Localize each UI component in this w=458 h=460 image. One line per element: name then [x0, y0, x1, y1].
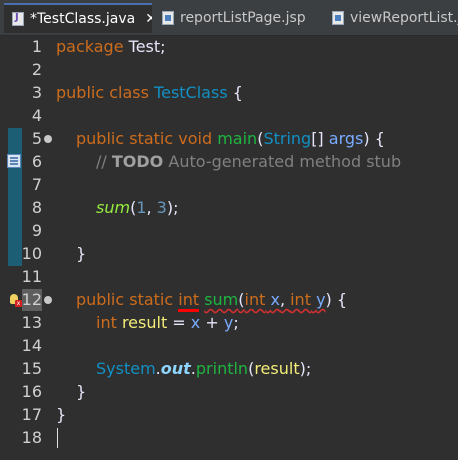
number-literal: 3	[156, 198, 167, 217]
parameter: x	[270, 290, 280, 309]
code-line-1[interactable]: package Test;	[56, 36, 166, 58]
line-number: 13	[21, 313, 42, 332]
comma: ,	[279, 290, 291, 309]
fold-toggle-icon[interactable]	[44, 296, 52, 304]
code-editor[interactable]: x 1 2 3 4 5 6 7 8 9 10 11 12 13 14 15 16…	[0, 36, 458, 460]
line-number: 1	[31, 37, 42, 56]
code-line-13[interactable]: int result = x + y;	[96, 312, 239, 334]
line-number: 2	[31, 60, 42, 79]
fold-toggle-icon[interactable]	[44, 135, 52, 143]
line-number: 3	[31, 83, 42, 102]
brace: }	[76, 382, 87, 401]
semicolon: ;	[233, 313, 239, 332]
local-variable: result	[121, 313, 168, 332]
method-name: sum	[204, 290, 239, 309]
line-number: 10	[21, 244, 42, 263]
method-call: sum	[96, 198, 131, 217]
line-number: 14	[21, 336, 42, 355]
keyword: public static void	[76, 129, 213, 148]
java-file-icon	[12, 12, 24, 26]
code-line-12[interactable]: public static int sum(int x, int y) {	[76, 289, 348, 312]
line-number: 7	[31, 175, 42, 194]
line-number: 18	[21, 428, 42, 447]
type-keyword: int	[290, 290, 311, 309]
jsp-file-icon	[162, 11, 174, 25]
comment: Auto-generated method stub	[163, 152, 402, 171]
tab-label: reportListPage.jsp	[180, 10, 306, 26]
parameter: x	[190, 313, 201, 332]
code-line-15[interactable]: System.out.println(result);	[96, 358, 311, 380]
local-variable: result	[254, 359, 300, 378]
paren: );	[299, 359, 312, 378]
line-number: 12	[21, 290, 42, 309]
parameter: y	[316, 290, 326, 309]
quick-fix-error-icon[interactable]: x	[7, 292, 22, 307]
operator: =	[167, 313, 191, 332]
line-number: 11	[21, 267, 42, 286]
type-keyword: int	[244, 290, 266, 309]
code-line-16[interactable]: }	[76, 381, 86, 403]
type-name: String	[263, 129, 312, 148]
text-caret	[57, 428, 58, 448]
line-number: 16	[21, 382, 42, 401]
code-line-3[interactable]: public class TestClass {	[56, 82, 243, 104]
package-name: Test;	[123, 37, 166, 56]
tab-testclass-java[interactable]: *TestClass.java ✕	[4, 3, 152, 33]
tab-viewreportlist-js[interactable]: viewReportList.js	[324, 3, 458, 33]
keyword: public class	[56, 83, 149, 102]
paren: ) {	[363, 129, 385, 148]
static-field: out	[160, 359, 191, 378]
class-name: TestClass	[154, 83, 228, 102]
line-number: 17	[21, 405, 42, 424]
array-brackets: []	[311, 129, 329, 148]
tab-reportlistpage-jsp[interactable]: reportListPage.jsp	[154, 3, 324, 33]
tab-label: viewReportList.js	[350, 10, 458, 26]
tab-label: *TestClass.java	[30, 11, 136, 27]
brace: {	[227, 83, 243, 102]
line-number: 5	[31, 129, 42, 148]
paren: );	[166, 198, 179, 217]
parameter: args	[328, 129, 364, 148]
code-line-17[interactable]: }	[56, 404, 66, 426]
type-keyword: int	[96, 313, 117, 332]
line-number: 6	[31, 152, 42, 171]
brace: }	[76, 244, 87, 263]
line-number: 8	[31, 198, 42, 217]
keyword: package	[56, 37, 124, 56]
line-number: 9	[31, 221, 42, 240]
code-line-10[interactable]: }	[76, 243, 86, 265]
line-number: 4	[31, 106, 42, 125]
number-literal: 1	[136, 198, 147, 217]
method-name: println	[195, 359, 249, 378]
paren: ) {	[325, 290, 348, 309]
method-signature: sum(int x, int y	[204, 290, 325, 309]
parameter: y	[223, 313, 234, 332]
brace: }	[56, 405, 67, 424]
todo-tag: TODO	[111, 152, 164, 171]
code-line-8[interactable]: sum(1, 3);	[96, 197, 179, 219]
task-icon[interactable]	[7, 154, 21, 168]
code-line-6[interactable]: // TODO Auto-generated method stub	[96, 151, 401, 173]
keyword: public static	[76, 290, 174, 309]
return-type-error[interactable]: int	[178, 290, 200, 312]
editor-tab-bar: *TestClass.java ✕ reportListPage.jsp vie…	[0, 0, 458, 36]
close-icon[interactable]: ✕	[145, 11, 152, 27]
method-name: main	[217, 129, 258, 148]
class-name: System	[96, 359, 156, 378]
comment: //	[96, 152, 112, 171]
operator: +	[200, 313, 224, 332]
code-line-5[interactable]: public static void main(String[] args) {	[76, 128, 385, 150]
line-number: 15	[21, 359, 42, 378]
comma: ,	[146, 198, 157, 217]
jsp-file-icon	[332, 11, 344, 25]
